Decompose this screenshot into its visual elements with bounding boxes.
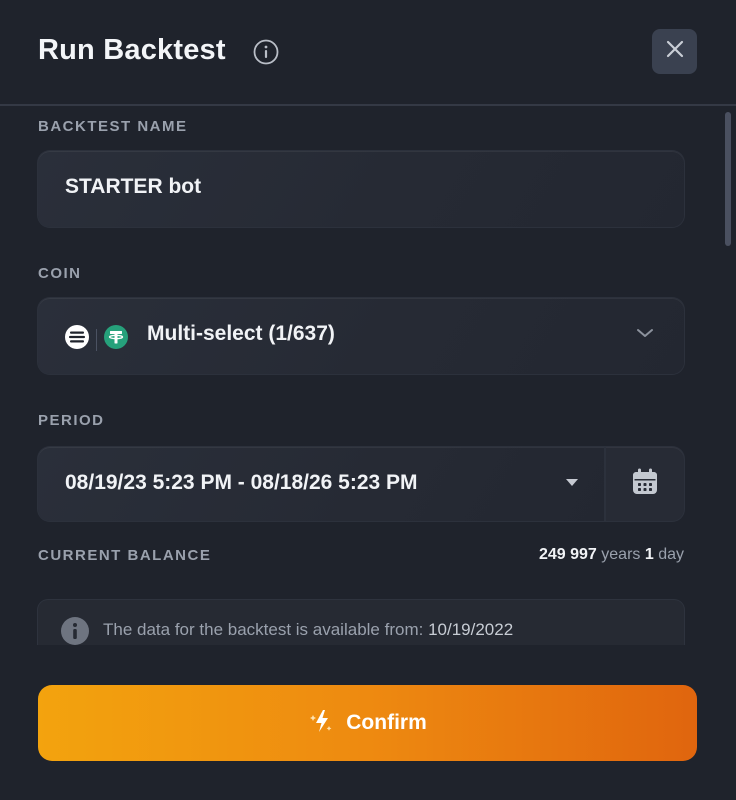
notice-date: 10/19/2022 (428, 620, 514, 639)
current-balance-row: CURRENT BALANCE 249 997 years 1 day (38, 546, 684, 566)
coin-select-value: Multi-select (1/637) (147, 322, 335, 345)
backtest-name-label: BACKTEST NAME (38, 118, 188, 135)
balance-years-value: 249 997 (538, 546, 597, 563)
coin-select[interactable]: Multi-select (1/637) (38, 298, 684, 374)
confirm-button[interactable]: Confirm (38, 685, 697, 761)
close-button[interactable] (652, 29, 697, 74)
confirm-label: Confirm (346, 711, 427, 734)
period-value: 08/19/23 5:23 PM - 08/18/26 5:23 PM (65, 471, 418, 494)
coin-label: COIN (38, 265, 82, 282)
balance-days-unit: day (658, 546, 684, 563)
dialog-header: Run Backtest (0, 0, 736, 106)
close-icon (665, 39, 685, 64)
dialog-title: Run Backtest (38, 34, 226, 66)
backtest-name-input[interactable]: STARTER bot (38, 151, 684, 227)
current-balance-label: CURRENT BALANCE (38, 547, 212, 564)
info-icon[interactable] (253, 39, 279, 65)
calendar-icon (631, 467, 659, 502)
chevron-down-icon (636, 326, 654, 344)
coin-separator (96, 328, 97, 351)
backtest-name-value: STARTER bot (65, 175, 202, 198)
caret-down-icon (566, 479, 578, 486)
run-backtest-dialog: Run Backtest BACKTEST NAME STARTER bot C… (0, 0, 736, 800)
balance-years-unit: years (601, 546, 641, 563)
sparkle-bolt-icon (308, 707, 336, 740)
notice-message: The data for the backtest is available f… (103, 620, 424, 639)
scrollbar-thumb[interactable] (725, 112, 731, 246)
balance-days-value: 1 (644, 546, 654, 563)
tether-icon (103, 324, 129, 355)
period-select[interactable]: 08/19/23 5:23 PM - 08/18/26 5:23 PM (38, 447, 604, 521)
calendar-button[interactable] (606, 447, 684, 521)
exchange-icon (64, 324, 90, 355)
notice-text: The data for the backtest is available f… (103, 620, 513, 640)
coin-icons (64, 324, 129, 355)
current-balance-value: 249 997 years 1 day (539, 546, 684, 564)
period-label: PERIOD (38, 412, 105, 429)
